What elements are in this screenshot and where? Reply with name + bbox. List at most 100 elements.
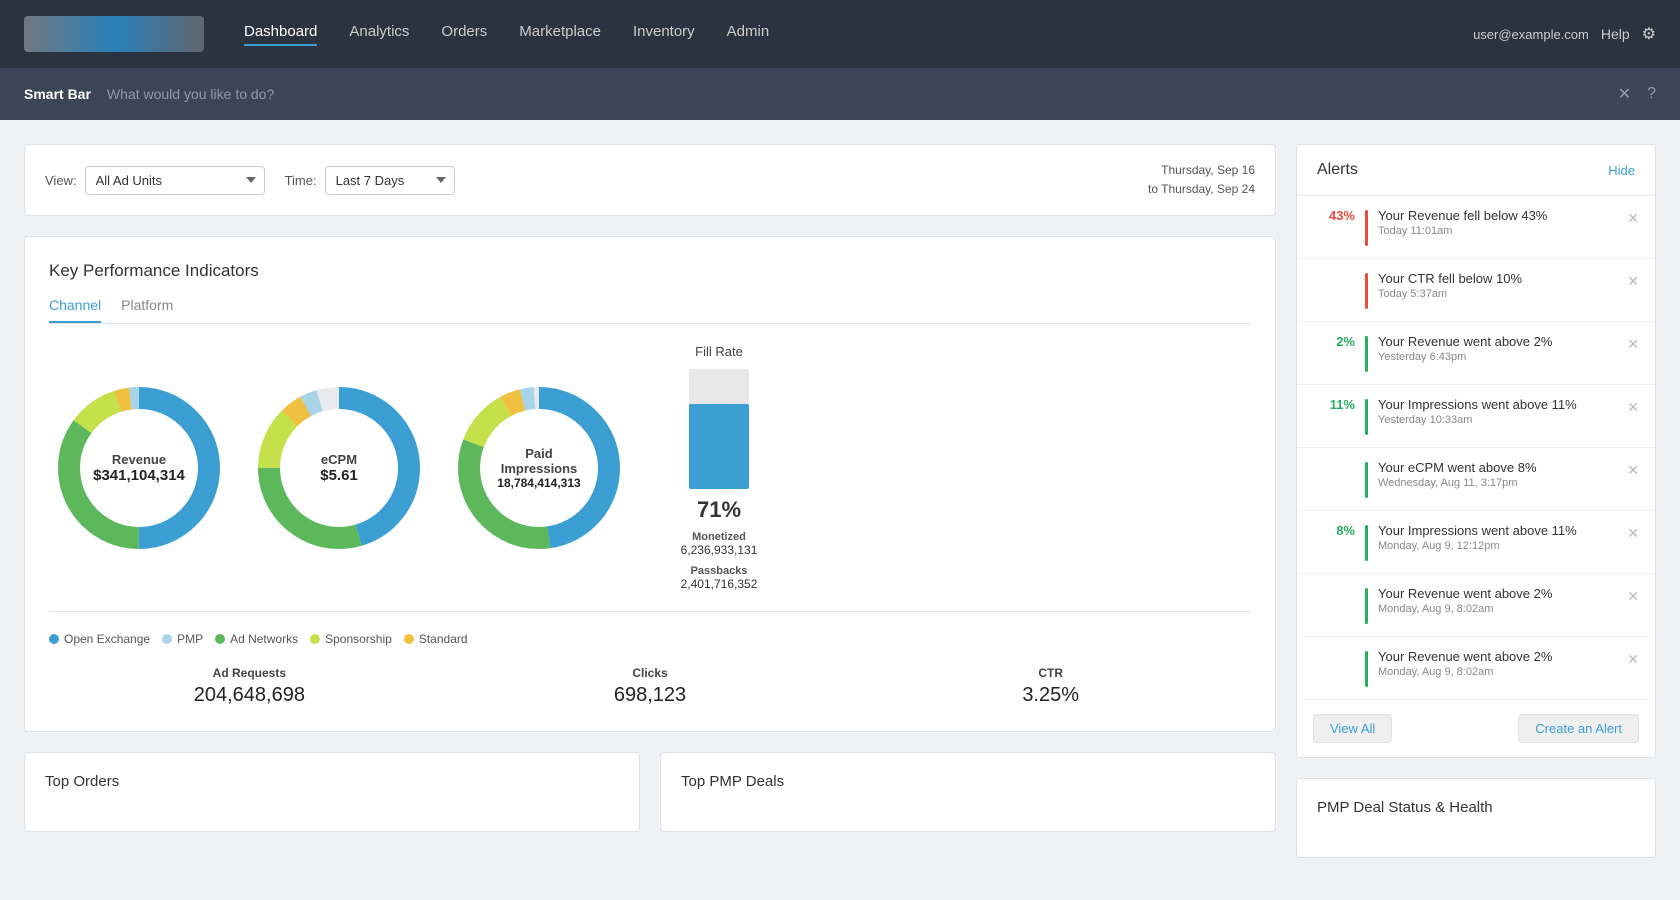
alert-msg-2: Your CTR fell below 10% <box>1378 271 1617 286</box>
close-icon[interactable]: ✕ <box>1618 84 1631 104</box>
alert-msg-8: Your Revenue went above 2% <box>1378 649 1617 664</box>
view-all-button[interactable]: View All <box>1313 714 1392 743</box>
smart-bar-placeholder[interactable]: What would you like to do? <box>107 86 1618 102</box>
top-orders-title: Top Orders <box>45 773 619 790</box>
view-select[interactable]: All Ad Units <box>85 166 265 195</box>
date-range: Thursday, Sep 16to Thursday, Sep 24 <box>1148 161 1255 199</box>
alert-badge-6: 8% <box>1313 523 1355 538</box>
alert-time-7: Monday, Aug 9, 8:02am <box>1378 603 1617 615</box>
nav-orders[interactable]: Orders <box>441 23 487 46</box>
alert-bar-6 <box>1365 525 1368 561</box>
alert-msg-1: Your Revenue fell below 43% <box>1378 208 1617 223</box>
time-select[interactable]: Last 7 Days <box>325 166 455 195</box>
filter-bar: View: All Ad Units Time: Last 7 Days Thu… <box>24 144 1276 216</box>
alert-time-8: Monday, Aug 9, 8:02am <box>1378 666 1617 678</box>
clicks-label: Clicks <box>450 666 851 680</box>
gear-icon[interactable]: ⚙ <box>1642 24 1656 44</box>
nav-marketplace[interactable]: Marketplace <box>519 23 601 46</box>
clicks-value: 698,123 <box>450 684 851 707</box>
logo <box>24 16 204 52</box>
revenue-label: Revenue $341,104,314 <box>93 452 185 484</box>
alert-text-2: Your CTR fell below 10% Today 5:37am <box>1378 271 1617 300</box>
alert-item-5: Your eCPM went above 8% Wednesday, Aug 1… <box>1297 448 1655 511</box>
impressions-value: 18,784,414,313 <box>494 476 584 490</box>
alert-badge-3: 2% <box>1313 334 1355 349</box>
alert-msg-6: Your Impressions went above 11% <box>1378 523 1617 538</box>
impressions-title: Paid Impressions <box>494 446 584 476</box>
fill-rate-passbacks-value: 2,401,716,352 <box>669 577 769 591</box>
alert-msg-3: Your Revenue went above 2% <box>1378 334 1617 349</box>
impressions-label: Paid Impressions 18,784,414,313 <box>494 446 584 490</box>
alert-time-5: Wednesday, Aug 11, 3:17pm <box>1378 477 1617 489</box>
nav-dashboard[interactable]: Dashboard <box>244 23 317 46</box>
ecpm-chart: eCPM $5.61 <box>249 378 429 558</box>
ad-networks-label: Ad Networks <box>230 632 298 646</box>
ecpm-label: eCPM $5.61 <box>320 452 358 484</box>
alert-text-8: Your Revenue went above 2% Monday, Aug 9… <box>1378 649 1617 678</box>
pmp-deal-status-title: PMP Deal Status & Health <box>1317 799 1635 816</box>
standard-dot <box>404 634 414 644</box>
alert-item-6: 8% Your Impressions went above 11% Monda… <box>1297 511 1655 574</box>
standard-label: Standard <box>419 632 468 646</box>
alert-item-3: 2% Your Revenue went above 2% Yesterday … <box>1297 322 1655 385</box>
view-filter-group: View: All Ad Units <box>45 166 265 195</box>
ecpm-value: $5.61 <box>320 467 358 484</box>
fill-rate-title: Fill Rate <box>669 344 769 359</box>
help-link[interactable]: Help <box>1601 26 1630 42</box>
tab-platform[interactable]: Platform <box>121 297 173 323</box>
time-label: Time: <box>285 173 317 188</box>
create-alert-button[interactable]: Create an Alert <box>1518 714 1639 743</box>
view-label: View: <box>45 173 77 188</box>
smart-bar: Smart Bar What would you like to do? ✕ ? <box>0 68 1680 120</box>
alert-msg-4: Your Impressions went above 11% <box>1378 397 1617 412</box>
smart-bar-icons: ✕ ? <box>1618 84 1656 104</box>
bottom-cards: Top Orders Top PMP Deals <box>24 752 1276 832</box>
alert-close-5[interactable]: ✕ <box>1627 460 1639 479</box>
nav-links: Dashboard Analytics Orders Marketplace I… <box>244 23 1473 46</box>
alert-time-2: Today 5:37am <box>1378 288 1617 300</box>
ad-requests-label: Ad Requests <box>49 666 450 680</box>
alert-text-5: Your eCPM went above 8% Wednesday, Aug 1… <box>1378 460 1617 489</box>
help-circle-icon[interactable]: ? <box>1647 85 1656 103</box>
top-orders-card: Top Orders <box>24 752 640 832</box>
alerts-hide-button[interactable]: Hide <box>1608 163 1635 178</box>
alert-bar-2 <box>1365 273 1368 309</box>
nav-admin[interactable]: Admin <box>727 23 770 46</box>
alert-close-2[interactable]: ✕ <box>1627 271 1639 290</box>
legend-sponsorship: Sponsorship <box>310 632 392 646</box>
kpi-tabs: Channel Platform <box>49 297 1251 324</box>
top-pmp-card: Top PMP Deals <box>660 752 1276 832</box>
ctr-label: CTR <box>850 666 1251 680</box>
pmp-deal-status-card: PMP Deal Status & Health <box>1296 778 1656 858</box>
alert-time-4: Yesterday 10:33am <box>1378 414 1617 426</box>
alert-close-6[interactable]: ✕ <box>1627 523 1639 542</box>
fill-rate-bar-bg <box>689 369 749 489</box>
alert-close-7[interactable]: ✕ <box>1627 586 1639 605</box>
alert-close-1[interactable]: ✕ <box>1627 208 1639 227</box>
tab-channel[interactable]: Channel <box>49 297 101 323</box>
time-filter-group: Time: Last 7 Days <box>285 166 455 195</box>
alert-close-8[interactable]: ✕ <box>1627 649 1639 668</box>
ad-requests-value: 204,648,698 <box>49 684 450 707</box>
left-panel: View: All Ad Units Time: Last 7 Days Thu… <box>24 144 1276 858</box>
nav-inventory[interactable]: Inventory <box>633 23 695 46</box>
alert-close-3[interactable]: ✕ <box>1627 334 1639 353</box>
alert-close-4[interactable]: ✕ <box>1627 397 1639 416</box>
alert-bar-8 <box>1365 651 1368 687</box>
alert-text-6: Your Impressions went above 11% Monday, … <box>1378 523 1617 552</box>
legend-standard: Standard <box>404 632 468 646</box>
ctr-stat: CTR 3.25% <box>850 666 1251 707</box>
alert-text-1: Your Revenue fell below 43% Today 11:01a… <box>1378 208 1617 237</box>
nav-analytics[interactable]: Analytics <box>349 23 409 46</box>
main-content: View: All Ad Units Time: Last 7 Days Thu… <box>0 120 1680 882</box>
nav-right: user@example.com Help ⚙ <box>1473 24 1656 44</box>
alert-bar-7 <box>1365 588 1368 624</box>
alert-text-4: Your Impressions went above 11% Yesterda… <box>1378 397 1617 426</box>
impressions-chart: Paid Impressions 18,784,414,313 <box>449 378 629 558</box>
alerts-panel: Alerts Hide 43% Your Revenue fell below … <box>1296 144 1656 758</box>
alert-badge-4: 11% <box>1313 397 1355 412</box>
alert-time-3: Yesterday 6:43pm <box>1378 351 1617 363</box>
legend-open-exchange: Open Exchange <box>49 632 150 646</box>
fill-rate-pct: 71% <box>669 497 769 523</box>
sponsorship-label: Sponsorship <box>325 632 392 646</box>
